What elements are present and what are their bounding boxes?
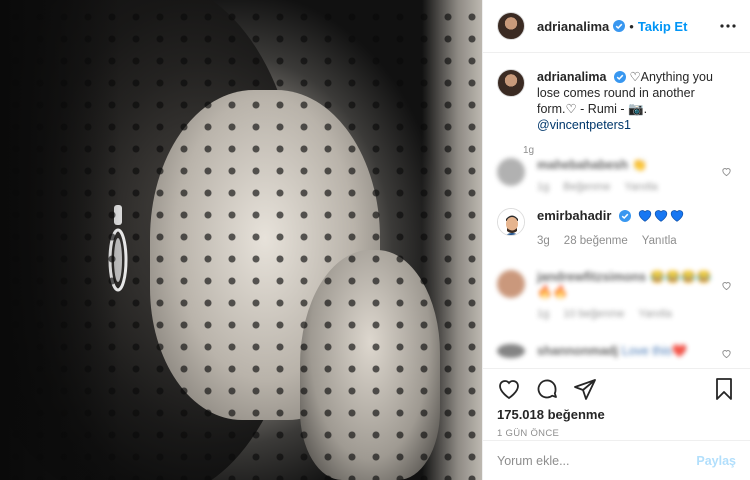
post-photo[interactable] (0, 0, 482, 480)
comment-hearts (638, 209, 684, 222)
action-icons (497, 373, 736, 405)
post-actions: 175.018 beğenme 1 GÜN ÖNCE (483, 368, 750, 439)
avatar[interactable] (497, 158, 525, 186)
caption-mention[interactable]: @vincentpeters1 (537, 118, 631, 132)
comment-body: mahebahabesh 👏 1g Beğenme Yanıtla (537, 158, 658, 193)
comment-reply-link[interactable]: Yanıtla (638, 308, 671, 320)
comment-text: 😂😂😂😂 (649, 270, 712, 284)
post-date[interactable]: 1 GÜN ÖNCE (497, 428, 736, 439)
header-separator: • (629, 18, 634, 34)
photo-shadow (0, 0, 120, 480)
comment-input[interactable] (497, 453, 697, 468)
avatar[interactable] (497, 344, 525, 358)
share-icon[interactable] (573, 377, 597, 401)
heart-icon[interactable] (721, 166, 732, 177)
comment-time: 1g (537, 181, 550, 193)
post-caption: adrianalima ♡Anything you lose comes rou… (483, 53, 750, 133)
comment-body: shannonmadj Love this❤️ (537, 344, 687, 359)
comment-time: 3g (537, 235, 550, 247)
comment-text: Love this❤️ (621, 344, 688, 358)
comment-icon[interactable] (535, 377, 559, 401)
avatar[interactable] (497, 12, 525, 40)
more-options-icon[interactable] (720, 24, 736, 28)
caption-username[interactable]: adrianalima (537, 70, 606, 84)
like-count[interactable]: 175.018 beğenme (497, 407, 736, 422)
comment-like-link[interactable]: Beğenme (563, 181, 610, 193)
heart-icon[interactable] (721, 280, 732, 291)
post-comment-button[interactable]: Paylaş (696, 454, 736, 468)
follow-button[interactable]: Takip Et (638, 19, 688, 34)
blue-heart-icon (639, 210, 652, 222)
comment-body: jandrewfitzsimons 😂😂😂😂 🔥🔥 1g 10 beğenme … (537, 270, 712, 320)
post-header: adrianalima • Takip Et (483, 0, 750, 53)
comment-like-count[interactable]: 28 beğenme (564, 235, 628, 247)
avatar[interactable] (497, 69, 525, 97)
caption-time: 1g (523, 145, 535, 156)
blue-heart-icon (671, 210, 684, 222)
comment-like-count[interactable]: 10 beğenme (563, 308, 624, 320)
comment-text-2: 🔥🔥 (537, 285, 569, 299)
comment-meta: 1g Beğenme Yanıtla (537, 181, 658, 193)
comment-text: 👏 (631, 158, 648, 172)
bookmark-icon[interactable] (712, 377, 736, 401)
comment-reply-link[interactable]: Yanıtla (624, 181, 657, 193)
avatar[interactable] (497, 208, 525, 236)
verified-icon (613, 71, 626, 83)
header-username[interactable]: adrianalima (537, 19, 609, 34)
comment-username[interactable]: mahebahabesh (537, 158, 628, 172)
comment-item: emirbahadir 3g 28 beğenme Yanıtla (483, 208, 750, 247)
comment-time: 1g (537, 308, 550, 320)
comment-username[interactable]: shannonmadj (537, 344, 618, 358)
avatar-illustration (498, 209, 524, 235)
comment-meta: 1g 10 beğenme Yanıtla (537, 308, 712, 320)
heart-icon[interactable] (721, 348, 732, 359)
comment-item: shannonmadj Love this❤️ (483, 344, 750, 359)
caption-text: adrianalima ♡Anything you lose comes rou… (537, 69, 736, 133)
blue-heart-icon (655, 210, 668, 222)
add-comment-bar: Paylaş (483, 440, 750, 480)
comment-item: mahebahabesh 👏 1g Beğenme Yanıtla (483, 158, 750, 193)
like-heart-icon[interactable] (497, 377, 521, 401)
comment-reply-link[interactable]: Yanıtla (642, 235, 677, 247)
comment-body: emirbahadir 3g 28 beğenme Yanıtla (537, 208, 684, 247)
comment-meta: 3g 28 beğenme Yanıtla (537, 235, 684, 247)
verified-icon (618, 210, 631, 222)
comment-item: jandrewfitzsimons 😂😂😂😂 🔥🔥 1g 10 beğenme … (483, 270, 750, 320)
avatar[interactable] (497, 270, 525, 298)
post-panel: adrianalima • Takip Et adrianalima ♡Anyt… (482, 0, 750, 480)
verified-icon (613, 20, 626, 32)
comment-username[interactable]: jandrewfitzsimons (537, 270, 646, 284)
comment-username[interactable]: emirbahadir (537, 208, 611, 223)
